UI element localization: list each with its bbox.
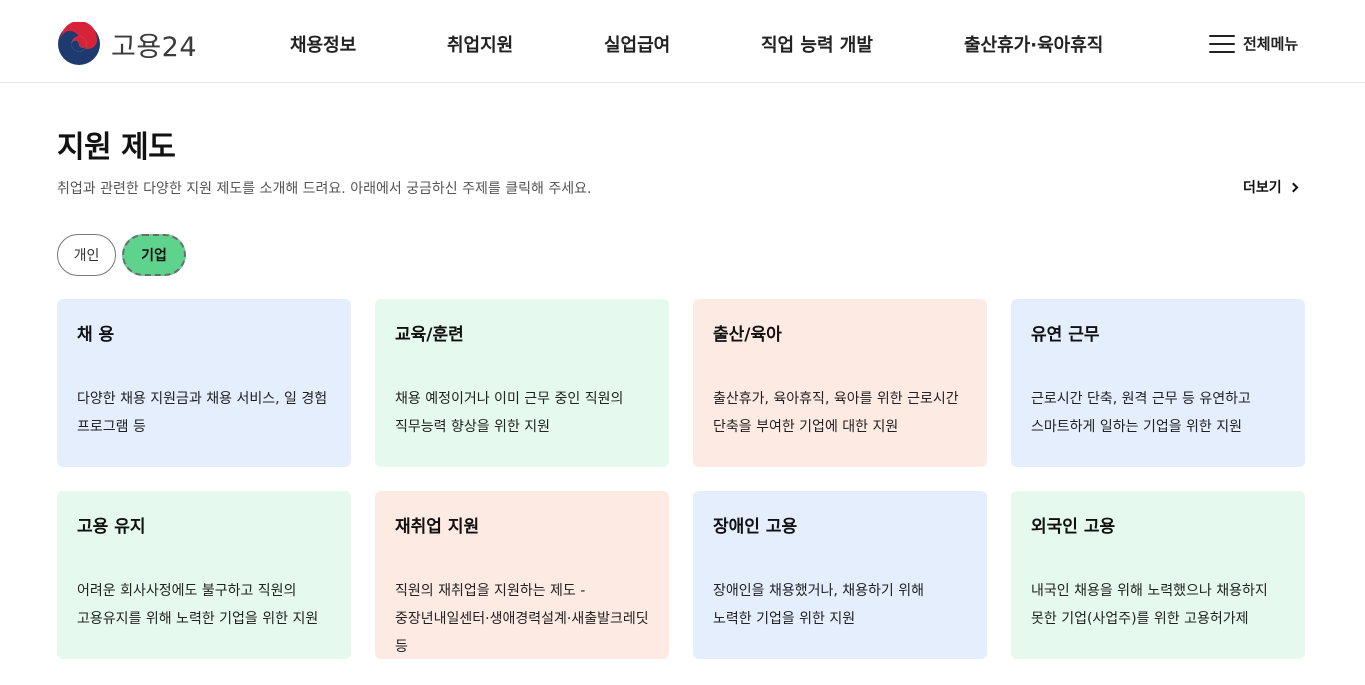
- tab-company[interactable]: 기업: [122, 234, 186, 276]
- card-training[interactable]: 교육/훈련 채용 예정이거나 이미 근무 중인 직원의 직무능력 향상을 위한 …: [375, 299, 669, 467]
- card-foreign-employment[interactable]: 외국인 고용 내국인 채용을 위해 노력했으나 채용하지 못한 기업(사업주)를…: [1011, 491, 1305, 659]
- card-title: 고용 유지: [77, 517, 146, 537]
- card-title: 교육/훈련: [395, 325, 464, 345]
- tab-individual[interactable]: 개인: [57, 234, 116, 276]
- logo-text: 고용24: [111, 31, 198, 63]
- card-description: 내국인 채용을 위해 노력했으나 채용하지 못한 기업(사업주)를 위한 고용허…: [1031, 583, 1268, 627]
- nav-item-parental-leave[interactable]: 출산휴가·육아휴직: [964, 31, 1103, 57]
- all-menu-label: 전체메뉴: [1243, 35, 1299, 53]
- nav-item-employment-support[interactable]: 취업지원: [447, 31, 513, 57]
- section-title: 지원 제도: [57, 130, 176, 165]
- site-logo[interactable]: 고용24: [57, 22, 197, 66]
- card-description: 다양한 채용 지원금과 채용 서비스, 일 경험 프로그램 등: [77, 391, 328, 435]
- more-label: 더보기: [1243, 180, 1282, 196]
- nav-item-unemployment-benefit[interactable]: 실업급여: [604, 31, 670, 57]
- taegeuk-logo-icon: [58, 22, 100, 65]
- nav-item-skill-development[interactable]: 직업 능력 개발: [761, 31, 873, 57]
- card-disability-employment[interactable]: 장애인 고용 장애인을 채용했거나, 채용하기 위해 노력한 기업을 위한 지원: [693, 491, 987, 659]
- card-description: 채용 예정이거나 이미 근무 중인 직원의 직무능력 향상을 위한 지원: [395, 391, 624, 435]
- card-title: 채 용: [77, 325, 115, 345]
- card-description: 장애인을 채용했거나, 채용하기 위해 노력한 기업을 위한 지원: [713, 583, 924, 627]
- card-description: 출산휴가, 육아휴직, 육아를 위한 근로시간 단축을 부여한 기업에 대한 지…: [713, 391, 959, 435]
- nav-item-jobs[interactable]: 채용정보: [290, 31, 356, 57]
- chevron-right-icon: [1288, 182, 1299, 192]
- more-link[interactable]: 더보기: [1243, 177, 1299, 197]
- hamburger-icon: [1209, 34, 1235, 53]
- card-childbirth[interactable]: 출산/육아 출산휴가, 육아휴직, 육아를 위한 근로시간 단축을 부여한 기업…: [693, 299, 987, 467]
- card-hiring[interactable]: 채 용 다양한 채용 지원금과 채용 서비스, 일 경험 프로그램 등: [57, 299, 351, 467]
- card-description: 직원의 재취업을 지원하는 제도 - 중장년내일센터·생애경력설계·새출발크레딧…: [395, 583, 649, 655]
- card-title: 외국인 고용: [1031, 517, 1116, 537]
- section-description: 취업과 관련한 다양한 지원 제도를 소개해 드려요. 아래에서 궁금하신 주제…: [57, 181, 592, 197]
- card-title: 장애인 고용: [713, 517, 798, 537]
- card-employment-retention[interactable]: 고용 유지 어려운 회사사정에도 불구하고 직원의 고용유지를 위해 노력한 기…: [57, 491, 351, 659]
- card-title: 출산/육아: [713, 325, 782, 345]
- site-header: 고용24 채용정보 취업지원 실업급여 직업 능력 개발 출산휴가·육아휴직 전…: [0, 0, 1365, 83]
- card-flexible-work[interactable]: 유연 근무 근로시간 단축, 원격 근무 등 유연하고 스마트하게 일하는 기업…: [1011, 299, 1305, 467]
- card-reemployment[interactable]: 재취업 지원 직원의 재취업을 지원하는 제도 - 중장년내일센터·생애경력설계…: [375, 491, 669, 659]
- card-description: 근로시간 단축, 원격 근무 등 유연하고 스마트하게 일하는 기업을 위한 지…: [1031, 391, 1251, 435]
- card-title: 유연 근무: [1031, 325, 1100, 345]
- card-title: 재취업 지원: [395, 517, 480, 537]
- all-menu-button[interactable]: 전체메뉴: [1209, 33, 1298, 54]
- card-description: 어려운 회사사정에도 불구하고 직원의 고용유지를 위해 노력한 기업을 위한 …: [77, 583, 319, 627]
